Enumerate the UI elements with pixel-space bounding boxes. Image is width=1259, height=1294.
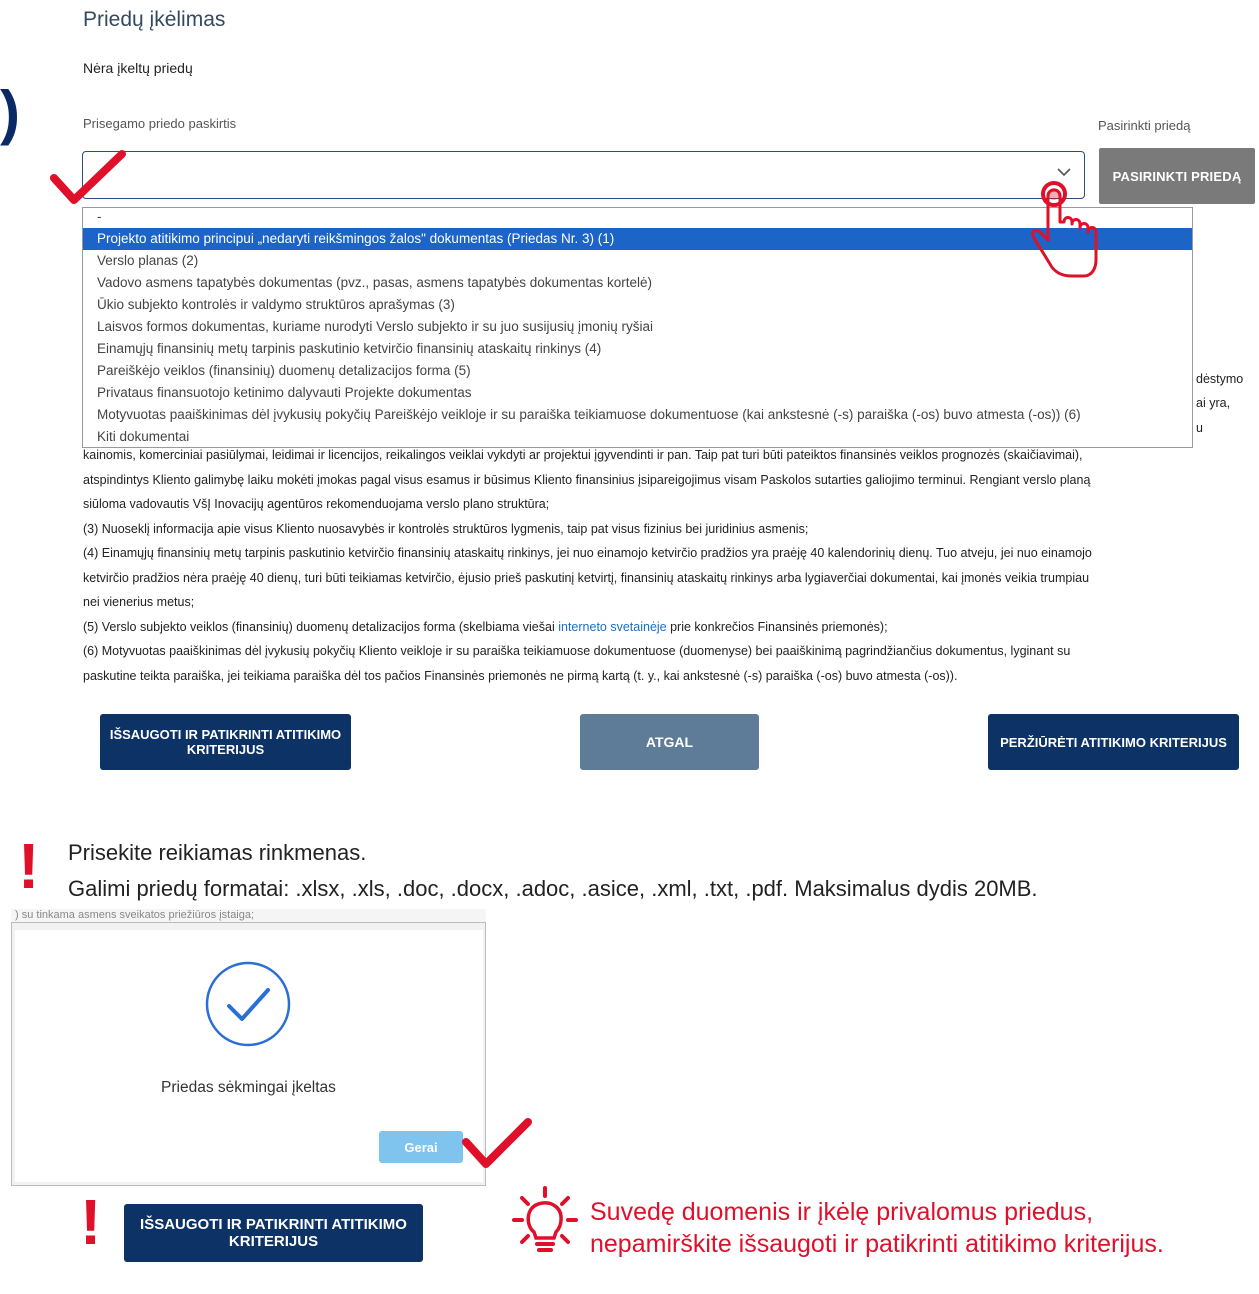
modal-message: Priedas sėkmingai įkeltas: [161, 1079, 336, 1096]
side-fragment: u: [1196, 421, 1203, 435]
choose-attachment-label: Pasirinkti priedą: [1098, 118, 1191, 133]
dropdown-option[interactable]: Motyvuotas paaiškinimas dėl įvykusių pok…: [83, 404, 1192, 426]
ok-button[interactable]: Gerai: [379, 1131, 463, 1163]
warning-exclamation: !: [80, 1186, 102, 1258]
save-and-check-button-bottom[interactable]: IŠSAUGOTI IR PATIKRINTI ATITIKIMO KRITER…: [124, 1204, 423, 1262]
purpose-label: Prisegamo priedo paskirtis: [83, 116, 237, 131]
dropdown-option[interactable]: Kiti dokumentai: [83, 426, 1192, 448]
dropdown-option[interactable]: Ūkio subjekto kontrolės ir valdymo struk…: [83, 294, 1192, 316]
dropdown-option[interactable]: Pareiškėjo veiklos (finansinių) duomenų …: [83, 360, 1192, 382]
side-fragment: dėstymo: [1196, 372, 1244, 386]
dropdown-option[interactable]: Laisvos formos dokumentas, kuriame nurod…: [83, 316, 1192, 338]
chevron-down-icon[interactable]: [1057, 165, 1071, 179]
info-line: (3) Nuoseklį informacija apie visus Klie…: [83, 521, 809, 536]
view-criteria-button[interactable]: PERŽIŪRĖTI ATITIKIMO KRITERIJUS: [988, 714, 1239, 770]
info-line: (6) Motyvuotas paaiškinimas dėl įvykusių…: [83, 644, 1071, 658]
attachment-purpose-select[interactable]: [82, 151, 1085, 199]
warning-title: Prisekite reikiamas rinkmenas.: [68, 840, 367, 865]
dropdown-option[interactable]: Verslo planas (2): [83, 250, 1192, 272]
warning-exclamation: !: [18, 830, 40, 902]
attachment-info-text: kainomis, komerciniai pasiūlymai, leidim…: [83, 443, 1245, 688]
no-attachments-text: Nėra įkeltų priedų: [83, 60, 193, 76]
info-line: ketvirčio pradžios nėra praėję 40 dienų,…: [83, 570, 1090, 585]
background-text: ) su tinkama asmens sveikatos priežiūros…: [15, 909, 255, 921]
back-button[interactable]: ATGAL: [580, 714, 759, 770]
dropdown-option[interactable]: Einamųjų finansinių metų tarpinis paskut…: [83, 338, 1192, 360]
website-link[interactable]: interneto svetainėje: [558, 620, 666, 634]
info-line: (5) Verslo subjekto veiklos (finansinių)…: [83, 615, 1245, 640]
dropdown-option[interactable]: Privataus finansuotojo ketinimo dalyvaut…: [83, 382, 1192, 404]
info-line: nei vienerius metus;: [83, 595, 195, 609]
info-text-span: (5) Verslo subjekto veiklos (finansinių)…: [83, 619, 559, 634]
dropdown-option[interactable]: Projekto atitikimo principui „nedaryti r…: [83, 228, 1192, 250]
page-title: Priedų įkėlimas: [83, 8, 226, 31]
info-text-span: prie konkrečios Finansinės priemonės);: [666, 619, 888, 634]
cropped-bracket: ): [0, 79, 20, 146]
dropdown-option[interactable]: Vadovo asmens tapatybės dokumentas (pvz.…: [83, 272, 1192, 294]
tip-text: Suvedę duomenis ir įkėlę privalomus prie…: [590, 1198, 1164, 1258]
success-check-icon: [205, 961, 291, 1047]
pointing-hand-icon: [1031, 181, 1098, 278]
check-mark-icon: [462, 1118, 532, 1168]
side-fragment: ai yra,: [1196, 396, 1231, 410]
check-mark-icon: [50, 150, 126, 204]
warning-formats: Galimi priedų formatai: .xlsx, .xls, .do…: [68, 876, 1038, 901]
choose-attachment-button[interactable]: PASIRINKTI PRIEDĄ: [1099, 148, 1255, 204]
dropdown-option[interactable]: -: [83, 208, 1192, 228]
lightbulb-icon: [512, 1186, 578, 1252]
info-line: siūloma vadovautis VšĮ Inovacijų agentūr…: [83, 497, 550, 511]
save-and-check-button[interactable]: IŠSAUGOTI IR PATIKRINTI ATITIKIMO KRITER…: [100, 714, 351, 770]
info-line: atspindintys Kliento galimybę laiku mokė…: [83, 472, 1091, 487]
info-line: (4) Einamųjų finansinių metų tarpinis pa…: [83, 546, 1092, 560]
info-line: paskutine teikta paraiška, jei teikiama …: [83, 668, 958, 683]
attachment-purpose-dropdown[interactable]: - Projekto atitikimo principui „nedaryti …: [82, 207, 1193, 448]
